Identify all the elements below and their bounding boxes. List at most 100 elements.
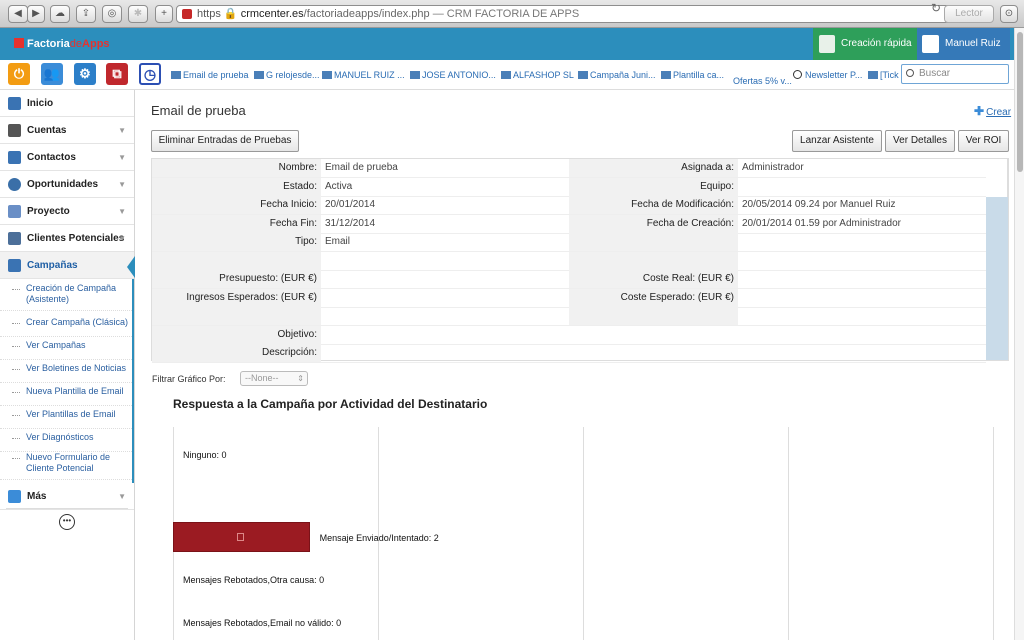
gear-icon[interactable]: ⚙ — [74, 63, 96, 85]
contact-card-icon — [8, 151, 21, 164]
power-icon[interactable]: ⏻ — [8, 63, 30, 85]
page-scrollbar[interactable] — [1014, 28, 1024, 640]
create-link[interactable]: ✚ Crear — [974, 104, 1011, 118]
user-menu[interactable]: Manuel Ruiz▼ — [917, 28, 1010, 80]
recent-item[interactable]: Ofertas 5% v... — [733, 76, 792, 86]
plus-icon: ✚ — [974, 104, 985, 118]
newsletter-icon — [793, 70, 802, 79]
chart-gridline — [583, 427, 584, 640]
detail-row: Ingresos Esperados: (EUR €) Coste Esperad… — [152, 288, 986, 308]
envelope-icon — [661, 71, 671, 79]
url-scheme: https — [197, 8, 221, 20]
view-roi-button[interactable]: Ver ROI — [958, 130, 1009, 152]
sidebar-item-campanas[interactable]: Campañas — [0, 252, 134, 279]
recent-item[interactable]: [Tick — [868, 70, 899, 80]
bar-tooltip-icon[interactable] — [237, 532, 245, 541]
lead-icon — [8, 232, 21, 245]
search-placeholder: Buscar — [919, 68, 951, 79]
submenu-item[interactable]: Ver Boletines de Noticias — [0, 363, 132, 383]
sidebar-item-oportunidades[interactable]: Oportunidades ▼ — [0, 171, 134, 198]
recent-item[interactable]: Newsletter P... — [793, 70, 862, 80]
create-label: Crear — [986, 107, 1012, 118]
chevron-down-icon: ▼ — [118, 180, 126, 189]
url-host: crmcenter.es — [240, 8, 304, 20]
quick-create-icon — [819, 35, 835, 53]
submenu-item[interactable]: Ver Campañas — [0, 340, 132, 360]
project-icon — [8, 205, 21, 218]
recent-item[interactable]: Email de prueba — [171, 70, 249, 80]
sidebar-item-cuentas[interactable]: Cuentas ▼ — [0, 117, 134, 144]
quick-create-label: Creación rápida — [841, 38, 912, 49]
detail-label: Coste Esperado: (EUR €) — [569, 288, 738, 307]
detail-label — [569, 233, 738, 251]
icloud-icon[interactable]: ☁ — [50, 5, 70, 23]
recent-item[interactable]: MANUEL RUIZ ... — [322, 70, 405, 80]
detail-value — [321, 289, 569, 307]
recent-item[interactable]: JOSE ANTONIO... — [410, 70, 496, 80]
detail-scroll-thumb[interactable] — [986, 159, 1008, 197]
view-details-button[interactable]: Ver Detalles — [885, 130, 955, 152]
reload-icon[interactable]: ↻ — [931, 1, 941, 15]
campaigns-submenu: Creación de Campaña (Asistente) Crear Ca… — [0, 279, 134, 483]
recent-item[interactable]: G relojesde... — [254, 70, 320, 80]
sidebar-item-contactos[interactable]: Contactos ▼ — [0, 144, 134, 171]
filter-select[interactable]: --None-- ⇕ — [240, 371, 308, 386]
sidebar-divider — [6, 508, 128, 509]
chevron-down-icon: ▼ — [118, 234, 126, 243]
url-bar[interactable]: https 🔒 crmcenter.es/factoriadeapps/inde… — [176, 5, 953, 23]
extension-icon[interactable]: ✱ — [128, 5, 148, 23]
download-icon[interactable]: ⊙ — [1000, 5, 1018, 23]
sidebar-item-inicio[interactable]: Inicio — [0, 90, 134, 117]
collapse-sidebar-icon[interactable]: ••• — [59, 514, 75, 530]
back-button[interactable]: ◀ — [8, 5, 28, 23]
app-logo[interactable]: FactoriadeApps — [14, 38, 110, 50]
submenu-item[interactable]: Nueva Plantilla de Email — [0, 386, 132, 406]
search-input[interactable]: Buscar — [901, 64, 1009, 84]
reader-button[interactable]: Lector — [944, 5, 994, 23]
sidebar-item-clientes-potenciales[interactable]: Clientes Potenciales ▼ — [0, 225, 134, 252]
recent-item-label: Email de prueba — [183, 70, 249, 80]
chevron-updown-icon: ⇕ — [297, 374, 304, 383]
submenu-item[interactable]: Nuevo Formulario de Cliente Potencial — [0, 452, 132, 480]
detail-label: Coste Real: (EUR €) — [569, 270, 738, 288]
recent-item-label: Campaña Juni... — [590, 70, 656, 80]
detail-value: Administrador — [742, 162, 804, 173]
campaign-icon — [8, 259, 21, 272]
new-tab-icon[interactable]: + — [155, 5, 173, 23]
detail-value — [738, 233, 986, 251]
detail-row: Fecha Fin: 31/12/2014 Fecha de Creación: 20… — [152, 214, 986, 234]
chevron-down-icon: ▼ — [118, 126, 126, 135]
logo-cube-icon — [14, 38, 24, 48]
page-title: Email de prueba — [151, 103, 246, 118]
detail-row: Presupuesto: (EUR €) Coste Real: (EUR €) — [152, 270, 986, 289]
topsites-icon[interactable]: ◎ — [102, 5, 122, 23]
detail-table: Nombre: Email de prueba Asignada a: Adminis… — [151, 158, 1009, 363]
recent-item[interactable]: Plantilla ca... — [661, 70, 724, 80]
submenu-item[interactable]: Creación de Campaña (Asistente) — [0, 283, 132, 311]
submenu-item[interactable]: Ver Diagnósticos — [0, 432, 132, 452]
tools-icon[interactable]: ⧉ — [106, 63, 128, 85]
users-icon[interactable]: 👥 — [41, 63, 63, 85]
delete-test-entries-button[interactable]: Eliminar Entradas de Pruebas — [151, 130, 299, 152]
launch-wizard-button[interactable]: Lanzar Asistente — [792, 130, 882, 152]
recent-item-label: [Tick — [880, 70, 899, 80]
detail-scrollbar[interactable] — [986, 159, 1008, 360]
sidebar-item-proyecto[interactable]: Proyecto ▼ — [0, 198, 134, 225]
page-scroll-thumb[interactable] — [1017, 32, 1023, 172]
clock-icon[interactable]: ◷ — [139, 63, 161, 85]
recent-item-label: ALFASHOP SL — [513, 70, 574, 80]
detail-label — [569, 307, 738, 325]
sidebar-item-label: Cuentas — [27, 125, 67, 136]
chevron-down-icon: ▼ — [118, 492, 126, 501]
recent-item[interactable]: Campaña Juni... — [578, 70, 656, 80]
submenu-item[interactable]: Ver Plantillas de Email — [0, 409, 132, 429]
submenu-item[interactable]: Crear Campaña (Clásica) — [0, 317, 132, 337]
forward-button[interactable]: ▶ — [27, 5, 45, 23]
recent-item[interactable]: ALFASHOP SL — [501, 70, 574, 80]
detail-label: Nombre: — [152, 159, 321, 177]
share-icon[interactable]: ⇪ — [76, 5, 96, 23]
detail-label — [152, 251, 321, 270]
detail-label: Ingresos Esperados: (EUR €) — [152, 288, 321, 307]
quick-create-button[interactable]: Creación rápida▼ — [813, 28, 917, 80]
sidebar-item-mas[interactable]: Más ▼ — [0, 483, 134, 510]
